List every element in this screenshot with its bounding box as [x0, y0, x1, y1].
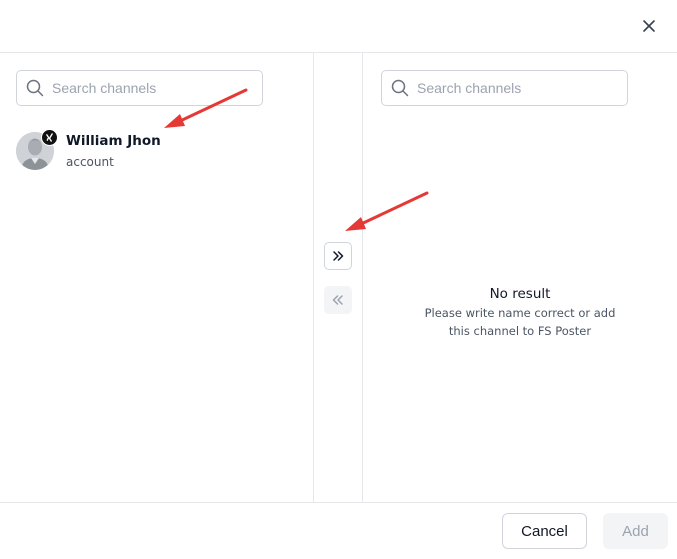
left-search-input[interactable]: [52, 80, 232, 96]
empty-title: No result: [489, 286, 551, 302]
double-chevron-left-icon: [332, 295, 343, 305]
channel-text: William Jhon account: [66, 132, 161, 171]
move-left-button[interactable]: [324, 286, 352, 314]
double-chevron-right-icon: [333, 251, 344, 261]
empty-state: No result Please write name correct or a…: [363, 285, 677, 340]
transfer-controls: [314, 53, 362, 502]
channel-item[interactable]: William Jhon account: [16, 129, 296, 173]
channel-type: account: [66, 154, 114, 169]
right-search-box[interactable]: [381, 70, 628, 106]
cancel-button[interactable]: Cancel: [502, 513, 587, 549]
channel-name: William Jhon: [66, 132, 161, 149]
add-button[interactable]: Add: [603, 513, 668, 549]
left-search-box[interactable]: [16, 70, 263, 106]
empty-description: Please write name correct or add this ch…: [424, 306, 616, 338]
move-right-button[interactable]: [324, 242, 352, 270]
available-channels-panel: William Jhon account: [0, 53, 313, 502]
channel-avatar-wrap: [16, 129, 58, 170]
platform-badge: [41, 129, 58, 146]
search-icon: [391, 79, 409, 97]
close-icon: [643, 20, 655, 32]
right-search-input[interactable]: [417, 80, 597, 96]
selected-channels-panel: No result Please write name correct or a…: [363, 53, 677, 502]
search-icon: [26, 79, 44, 97]
modal-header: [0, 0, 677, 53]
close-button[interactable]: [639, 16, 659, 36]
modal-footer: Cancel Add: [0, 502, 677, 559]
xing-icon: [46, 133, 53, 142]
